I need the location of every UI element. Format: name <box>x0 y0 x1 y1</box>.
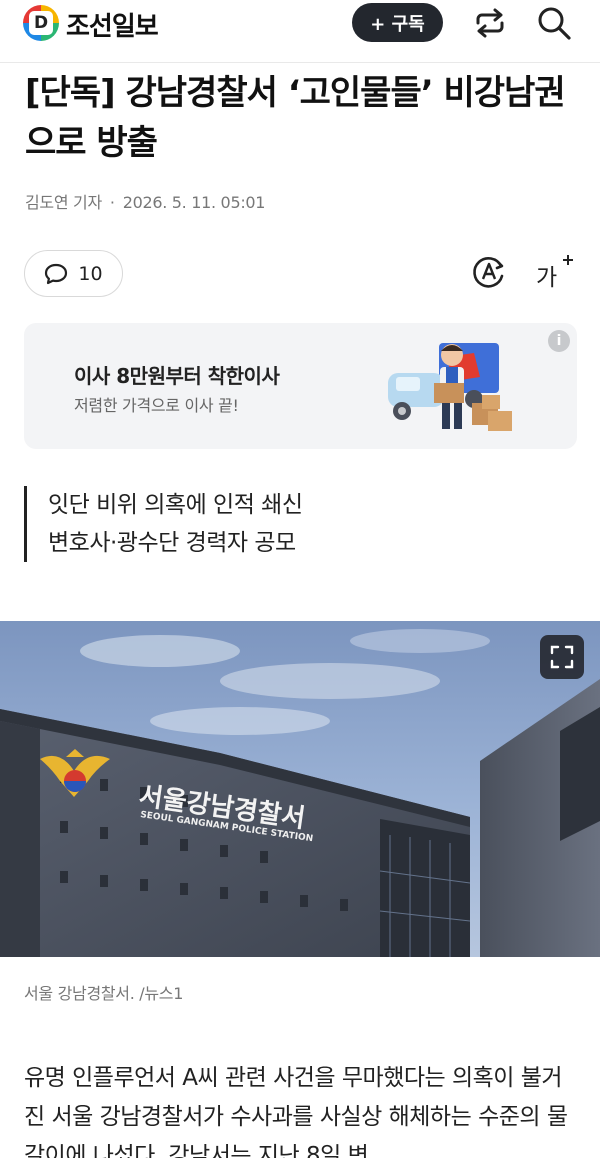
comment-icon <box>45 263 68 284</box>
comment-count: 10 <box>78 262 103 285</box>
article-byline: 김도연 기자 · 2026. 5. 11. 05:01 <box>25 189 265 213</box>
logo-letter: D <box>29 11 53 35</box>
byline-separator: · <box>109 193 115 212</box>
comment-button[interactable]: 10 <box>24 250 123 297</box>
top-navigation-bar: D 조선일보 + 구독 <box>0 0 600 46</box>
share-icon[interactable] <box>472 6 508 40</box>
moving-truck-illustration <box>388 343 512 431</box>
summary-line-1: 잇단 비위 의혹에 인적 쇄신 <box>48 492 303 518</box>
photo-caption: 서울 강남경찰서. /뉴스1 <box>24 984 184 1003</box>
plus-icon <box>563 255 573 265</box>
ad-subtitle: 저렴한 가격으로 이사 끝! <box>74 396 239 415</box>
text-to-speech-icon[interactable] <box>471 254 507 290</box>
info-icon[interactable]: i <box>548 330 570 352</box>
article-headline: [단독] 강남경찰서 ‘고인물들’ 비강남권으로 방출 <box>25 73 566 163</box>
font-size-label: 가 <box>536 265 558 291</box>
site-logo-text[interactable]: 조선일보 <box>66 6 159 43</box>
publish-timestamp: 2026. 5. 11. 05:01 <box>122 193 266 212</box>
article-summary: 잇단 비위 의혹에 인적 쇄신 변호사·광수단 경력자 공모 <box>24 486 303 562</box>
font-size-icon[interactable]: 가 <box>536 254 576 291</box>
article-photo[interactable]: 서울강남경찰서 SEOUL GANGNAM POLICE STATION <box>0 621 600 957</box>
police-station-photo: 서울강남경찰서 SEOUL GANGNAM POLICE STATION <box>0 621 600 957</box>
viewport-bottom-edge <box>0 1158 600 1167</box>
ad-title: 이사 8만원부터 착한이사 <box>74 364 280 388</box>
summary-line-2: 변호사·광수단 경력자 공모 <box>48 530 296 556</box>
expand-icon <box>550 645 574 669</box>
header-divider <box>0 62 600 63</box>
expand-photo-button[interactable] <box>540 635 584 679</box>
advertisement-banner[interactable]: 이사 8만원부터 착한이사 저렴한 가격으로 이사 끝! i <box>24 323 577 449</box>
logo-icon[interactable]: D <box>23 5 59 41</box>
article-body-paragraph: 유명 인플루언서 A씨 관련 사건을 무마했다는 의혹이 불거진 서울 강남경찰… <box>24 1065 568 1167</box>
subscribe-button[interactable]: + 구독 <box>352 3 443 42</box>
author-name[interactable]: 김도연 기자 <box>25 193 102 212</box>
search-icon[interactable] <box>536 5 572 41</box>
